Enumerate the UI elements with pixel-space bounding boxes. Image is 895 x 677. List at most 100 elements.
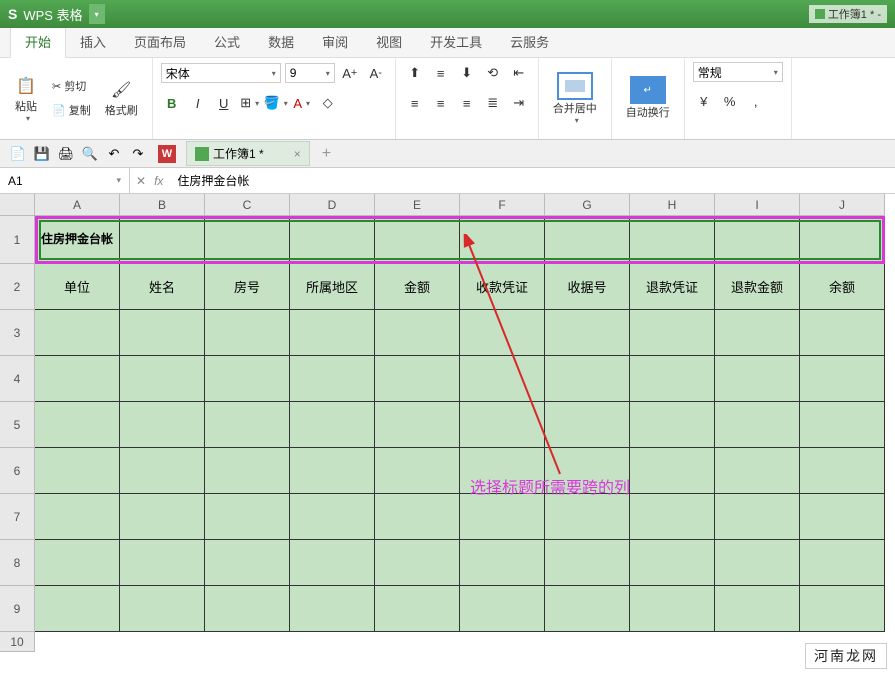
cell[interactable]: [205, 216, 290, 264]
undo-icon[interactable]: ↶: [105, 145, 123, 163]
cell[interactable]: [35, 402, 120, 448]
format-painter-button[interactable]: 🖌 格式刷: [99, 62, 144, 134]
cell-header[interactable]: 退款凭证: [630, 264, 715, 310]
cell[interactable]: [715, 310, 800, 356]
copy-button[interactable]: 📄复制: [48, 100, 95, 120]
formula-input[interactable]: 住房押金台帐: [169, 168, 895, 193]
orientation-button[interactable]: ⟲: [482, 62, 504, 84]
cell[interactable]: [630, 586, 715, 632]
cell[interactable]: [800, 216, 885, 264]
tab-view[interactable]: 视图: [362, 26, 416, 57]
cell[interactable]: [375, 356, 460, 402]
cell-header[interactable]: 余额: [800, 264, 885, 310]
number-format-select[interactable]: 常规▾: [693, 62, 783, 82]
currency-button[interactable]: ¥: [693, 90, 715, 112]
underline-button[interactable]: U: [213, 92, 235, 114]
cell[interactable]: [545, 216, 630, 264]
cell[interactable]: [205, 448, 290, 494]
cell[interactable]: [715, 402, 800, 448]
col-header[interactable]: F: [460, 194, 545, 216]
font-size-select[interactable]: 9▾: [285, 63, 335, 83]
cell[interactable]: [630, 494, 715, 540]
row-header[interactable]: 9: [0, 586, 35, 632]
cell[interactable]: [120, 448, 205, 494]
tab-review[interactable]: 审阅: [308, 26, 362, 57]
cell[interactable]: [800, 402, 885, 448]
increase-font-button[interactable]: A+: [339, 62, 361, 84]
cell[interactable]: [205, 310, 290, 356]
select-all-corner[interactable]: [0, 194, 35, 216]
new-tab-button[interactable]: +: [322, 145, 331, 163]
cell[interactable]: [460, 540, 545, 586]
cell[interactable]: [715, 356, 800, 402]
indent-inc-button[interactable]: ⇥: [508, 92, 530, 114]
cell[interactable]: [205, 494, 290, 540]
cell[interactable]: [205, 540, 290, 586]
cell[interactable]: [460, 310, 545, 356]
cell[interactable]: [120, 494, 205, 540]
cell[interactable]: [630, 402, 715, 448]
cell-header[interactable]: 金额: [375, 264, 460, 310]
cell[interactable]: [35, 540, 120, 586]
align-bottom-button[interactable]: ⬇: [456, 62, 478, 84]
col-header[interactable]: E: [375, 194, 460, 216]
cell-header[interactable]: 退款金额: [715, 264, 800, 310]
cell[interactable]: [35, 494, 120, 540]
cell[interactable]: [375, 310, 460, 356]
cancel-fx-button[interactable]: ✕: [136, 174, 146, 188]
cell-header[interactable]: 单位: [35, 264, 120, 310]
cell[interactable]: [630, 356, 715, 402]
wps-w-icon[interactable]: W: [158, 145, 176, 163]
row-header[interactable]: 2: [0, 264, 35, 310]
cell[interactable]: [545, 402, 630, 448]
row-header[interactable]: 1: [0, 216, 35, 264]
bold-button[interactable]: B: [161, 92, 183, 114]
tab-insert[interactable]: 插入: [66, 26, 120, 57]
row-header[interactable]: 6: [0, 448, 35, 494]
font-name-select[interactable]: 宋体▾: [161, 63, 281, 83]
new-icon[interactable]: 📄: [9, 145, 27, 163]
cell-header[interactable]: 所属地区: [290, 264, 375, 310]
cell-header[interactable]: 收据号: [545, 264, 630, 310]
cell-header[interactable]: 收款凭证: [460, 264, 545, 310]
cell[interactable]: [290, 356, 375, 402]
cell[interactable]: [800, 494, 885, 540]
cell[interactable]: [290, 402, 375, 448]
cell[interactable]: [120, 310, 205, 356]
row-header[interactable]: 10: [0, 632, 35, 652]
cell[interactable]: [120, 540, 205, 586]
font-color-button[interactable]: A▾: [291, 92, 313, 114]
thousands-button[interactable]: ,: [745, 90, 767, 112]
cell[interactable]: [205, 586, 290, 632]
row-header[interactable]: 5: [0, 402, 35, 448]
cell[interactable]: [290, 494, 375, 540]
cell[interactable]: [460, 356, 545, 402]
fill-color-button[interactable]: 🪣▾: [265, 92, 287, 114]
cell[interactable]: [545, 494, 630, 540]
align-top-button[interactable]: ⬆: [404, 62, 426, 84]
decrease-font-button[interactable]: A-: [365, 62, 387, 84]
cell[interactable]: [120, 356, 205, 402]
cell[interactable]: [800, 586, 885, 632]
row-header[interactable]: 4: [0, 356, 35, 402]
cell[interactable]: [545, 310, 630, 356]
tab-developer[interactable]: 开发工具: [416, 26, 496, 57]
cell[interactable]: [800, 310, 885, 356]
cell-a1[interactable]: 住房押金台帐: [35, 216, 120, 264]
cell[interactable]: [715, 540, 800, 586]
cell[interactable]: [120, 216, 205, 264]
merge-center-button[interactable]: 合并居中▾: [547, 62, 603, 134]
wrap-text-button[interactable]: ↵ 自动换行: [620, 62, 676, 134]
cell[interactable]: [375, 540, 460, 586]
align-middle-button[interactable]: ≡: [430, 62, 452, 84]
save-icon[interactable]: 💾: [33, 145, 51, 163]
col-header[interactable]: H: [630, 194, 715, 216]
cell[interactable]: [35, 356, 120, 402]
app-menu-dropdown[interactable]: ▾: [89, 4, 105, 24]
tab-formula[interactable]: 公式: [200, 26, 254, 57]
cell[interactable]: [205, 402, 290, 448]
cell[interactable]: [205, 356, 290, 402]
border-button[interactable]: ⊞▾: [239, 92, 261, 114]
close-tab-button[interactable]: ×: [294, 147, 301, 161]
cell[interactable]: [290, 586, 375, 632]
